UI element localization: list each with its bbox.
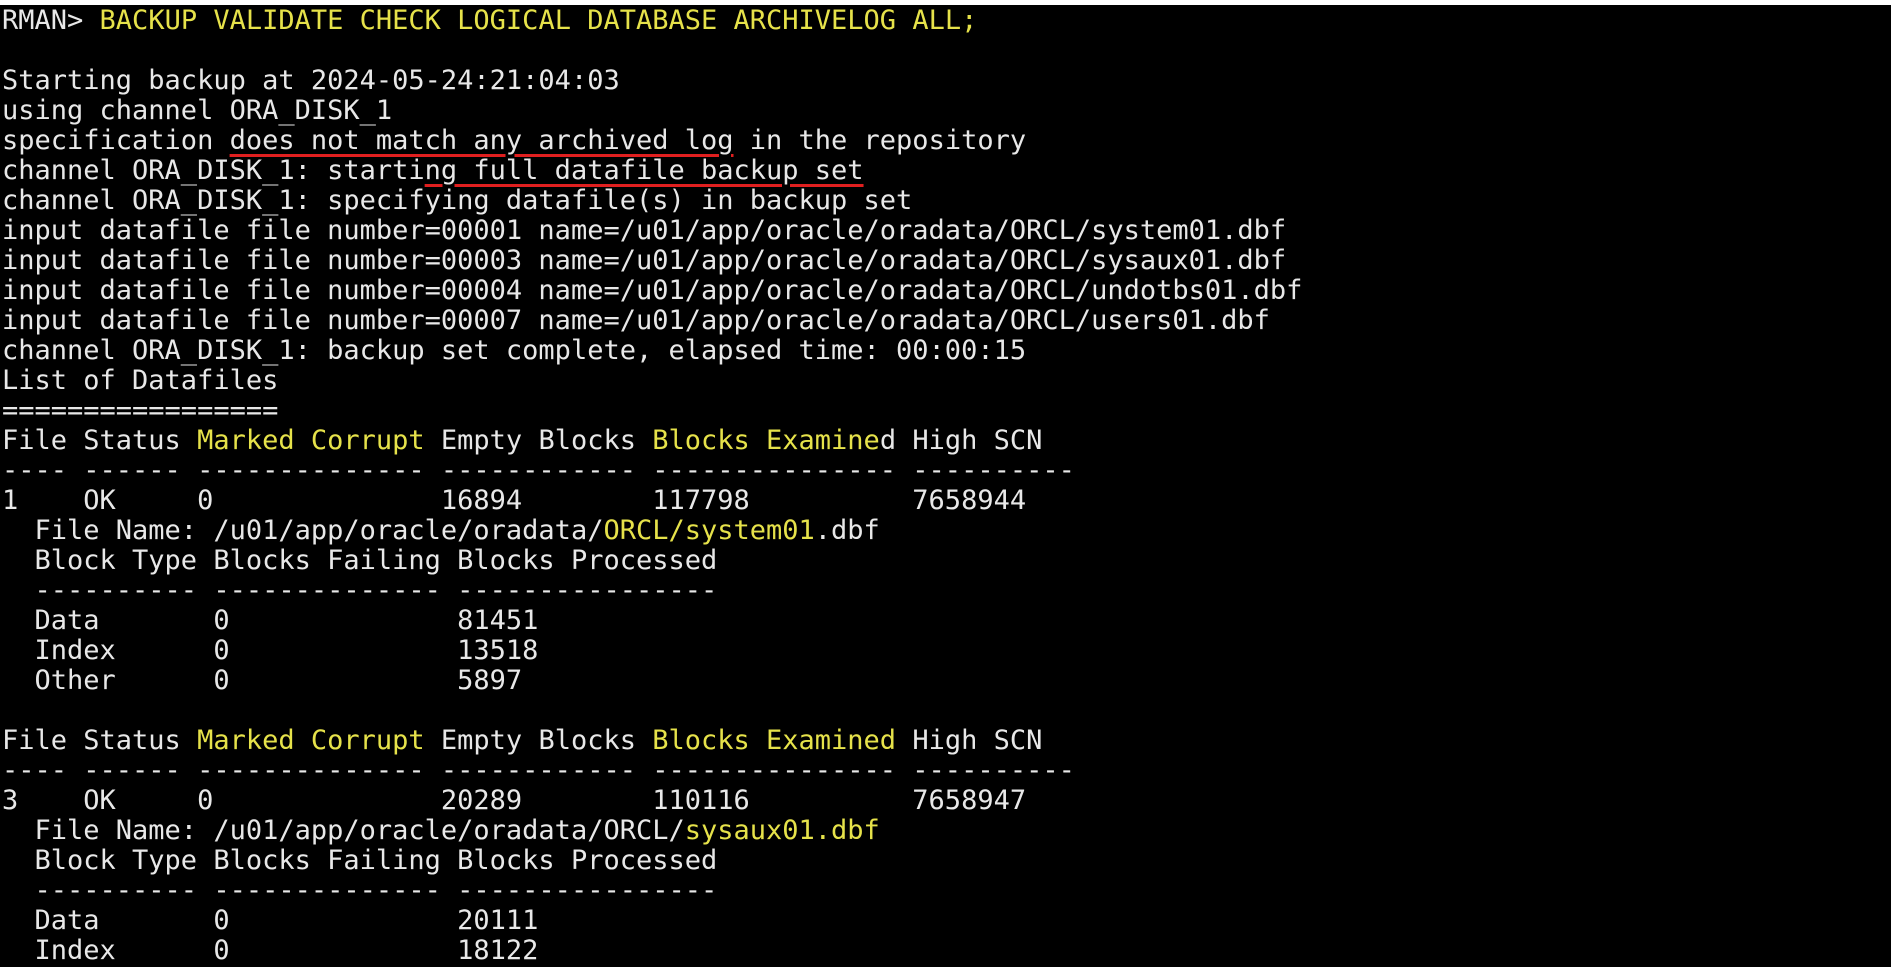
terminal-text: =================: [2, 395, 279, 426]
terminal-text: channel ORA_DISK_1: specifying datafile(…: [2, 185, 913, 216]
terminal-text: input datafile file number=00003 name=/u…: [2, 245, 1287, 276]
terminal-line: File Name: /u01/app/oracle/oradata/ORCL/…: [2, 516, 1302, 546]
terminal-line: List of Datafiles: [2, 366, 1302, 396]
terminal-text: using channel ORA_DISK_1: [2, 95, 393, 126]
terminal-line: Index 0 13518: [2, 636, 1302, 666]
terminal-line: input datafile file number=00007 name=/u…: [2, 306, 1302, 336]
terminal-line: ---- ------ -------------- ------------ …: [2, 456, 1302, 486]
terminal-line: channel ORA_DISK_1: backup set complete,…: [2, 336, 1302, 366]
terminal-text: input datafile file number=00004 name=/u…: [2, 275, 1303, 306]
terminal-text: 1 OK 0 16894 117798 7658944: [2, 485, 1027, 516]
terminal-text: ---- ------ -------------- ------------ …: [2, 755, 1075, 786]
terminal-line: channel ORA_DISK_1: specifying datafile(…: [2, 186, 1302, 216]
annotated-text: does not match any archived log: [229, 125, 734, 156]
terminal-text: specification: [2, 125, 230, 156]
terminal-line: Starting backup at 2024-05-24:21:04:03: [2, 66, 1302, 96]
terminal-line: ---------- -------------- --------------…: [2, 576, 1302, 606]
terminal-line: File Name: /u01/app/oracle/oradata/ORCL/…: [2, 816, 1302, 846]
terminal-text: ---------- -------------- --------------…: [2, 575, 718, 606]
terminal-window[interactable]: RMAN> BACKUP VALIDATE CHECK LOGICAL DATA…: [0, 0, 1891, 967]
terminal-text: High SCN: [896, 725, 1043, 756]
terminal-text: channel ORA_DISK_1: starti: [2, 155, 425, 186]
terminal-line: File Status Marked Corrupt Empty Blocks …: [2, 726, 1302, 756]
terminal-text: Index 0 18122: [2, 935, 539, 966]
terminal-text: 3 OK 0 20289 110116 7658947: [2, 785, 1027, 816]
terminal-line: Data 0 81451: [2, 606, 1302, 636]
terminal-text: Data 0 20111: [2, 905, 539, 936]
highlighted-text: Marked Corrupt: [197, 725, 425, 756]
terminal-line: Data 0 20111: [2, 906, 1302, 936]
highlighted-text: sysaux01.dbf: [684, 815, 880, 846]
terminal-text: ---- ------ -------------- ------------ …: [2, 455, 1075, 486]
terminal-output: RMAN> BACKUP VALIDATE CHECK LOGICAL DATA…: [2, 6, 1302, 966]
terminal-text: input datafile file number=00007 name=/u…: [2, 305, 1270, 336]
terminal-text: Other 0 5897: [2, 665, 523, 696]
annotated-text: ng full datafile backup set: [424, 155, 864, 186]
terminal-line: RMAN> BACKUP VALIDATE CHECK LOGICAL DATA…: [2, 6, 1302, 36]
terminal-text: Empty Blocks: [424, 725, 653, 756]
terminal-text: RMAN>: [2, 5, 100, 36]
terminal-text: Block Type Blocks Failing Blocks Process…: [2, 545, 718, 576]
terminal-text: File Name: /u01/app/oracle/oradata/ORCL/: [2, 815, 685, 846]
terminal-text: List of Datafiles: [2, 365, 279, 396]
terminal-line: channel ORA_DISK_1: starting full datafi…: [2, 156, 1302, 186]
terminal-text: ---------- -------------- --------------…: [2, 875, 718, 906]
terminal-text: File Status: [2, 425, 198, 456]
highlighted-text: Marked Corrupt: [197, 425, 425, 456]
terminal-line: specification does not match any archive…: [2, 126, 1302, 156]
terminal-line: 1 OK 0 16894 117798 7658944: [2, 486, 1302, 516]
terminal-text: Empty Blocks: [424, 425, 653, 456]
terminal-line: Block Type Blocks Failing Blocks Process…: [2, 846, 1302, 876]
terminal-line: Index 0 18122: [2, 936, 1302, 966]
terminal-text: Data 0 81451: [2, 605, 539, 636]
terminal-text: in the repository: [733, 125, 1027, 156]
terminal-line: Other 0 5897: [2, 666, 1302, 696]
terminal-line: ---- ------ -------------- ------------ …: [2, 756, 1302, 786]
terminal-line: input datafile file number=00001 name=/u…: [2, 216, 1302, 246]
highlighted-text: ORCL/system01: [603, 515, 815, 546]
terminal-line: input datafile file number=00003 name=/u…: [2, 246, 1302, 276]
terminal-text: Starting backup at 2024-05-24:21:04:03: [2, 65, 620, 96]
terminal-line: 3 OK 0 20289 110116 7658947: [2, 786, 1302, 816]
terminal-text: Index 0 13518: [2, 635, 539, 666]
terminal-text: d High SCN: [879, 425, 1043, 456]
terminal-text: Block Type Blocks Failing Blocks Process…: [2, 845, 718, 876]
terminal-text: .dbf: [814, 515, 880, 546]
highlighted-text: Blocks Examine: [652, 425, 880, 456]
terminal-text: channel ORA_DISK_1: backup set complete,…: [2, 335, 1027, 366]
terminal-line: ---------- -------------- --------------…: [2, 876, 1302, 906]
terminal-text: input datafile file number=00001 name=/u…: [2, 215, 1287, 246]
highlighted-text: Blocks Examined: [652, 725, 897, 756]
terminal-line: input datafile file number=00004 name=/u…: [2, 276, 1302, 306]
terminal-line: File Status Marked Corrupt Empty Blocks …: [2, 426, 1302, 456]
terminal-text: File Name: /u01/app/oracle/oradata/: [2, 515, 604, 546]
highlighted-text: BACKUP VALIDATE CHECK LOGICAL DATABASE A…: [99, 5, 978, 36]
terminal-line: =================: [2, 396, 1302, 426]
terminal-line: Block Type Blocks Failing Blocks Process…: [2, 546, 1302, 576]
terminal-line: using channel ORA_DISK_1: [2, 96, 1302, 126]
terminal-text: File Status: [2, 725, 198, 756]
